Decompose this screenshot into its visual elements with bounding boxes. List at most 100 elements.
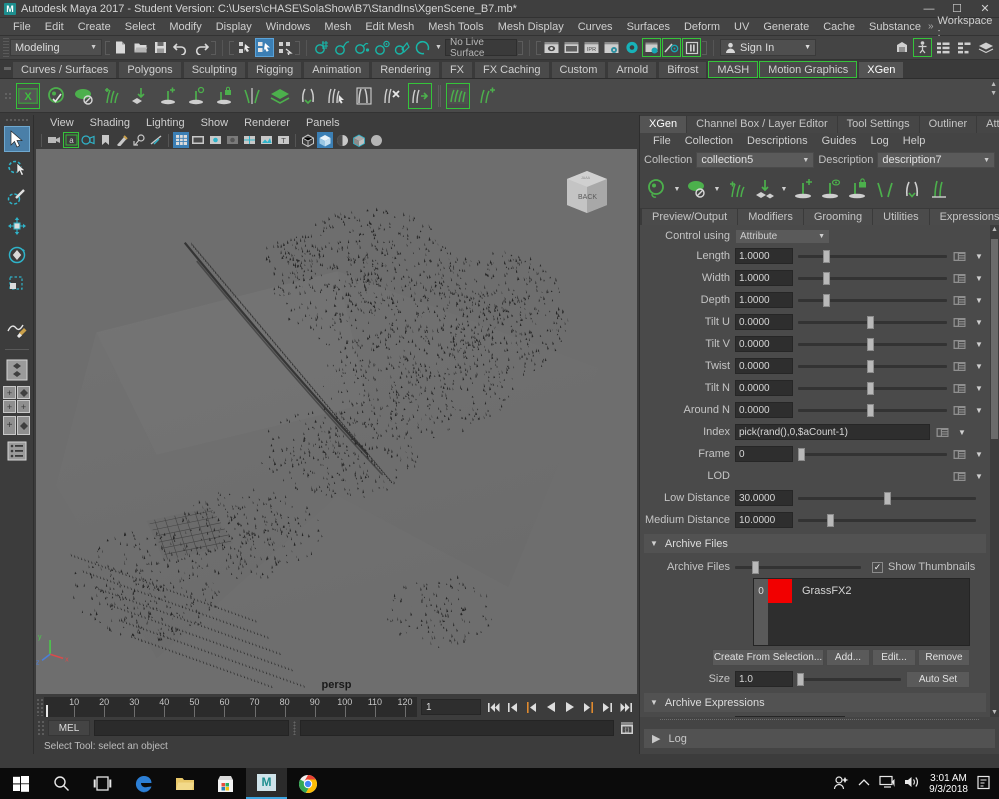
toolbox-grip[interactable] [4, 118, 29, 123]
open-scene-icon[interactable] [131, 38, 150, 57]
xgen-menu-guides[interactable]: Guides [815, 133, 864, 150]
xgen-subtab-grooming[interactable]: Grooming [803, 209, 874, 225]
panel-tab-tool-settings[interactable]: Tool Settings [837, 116, 920, 133]
xgen-interactive-groom-icon[interactable] [445, 82, 471, 110]
archive-add--button[interactable]: Add... [826, 649, 870, 666]
make-live-dropdown-icon[interactable]: ▼ [433, 38, 444, 57]
medium-distance-field[interactable]: 10.0000 [735, 512, 793, 528]
frame-menu-icon[interactable]: ▼ [972, 450, 986, 459]
width-slider[interactable] [798, 270, 947, 286]
shelf-tab-curves-surfaces[interactable]: Curves / Surfaces [12, 61, 118, 78]
maya-icon[interactable]: M [246, 768, 287, 799]
menu-item-substance[interactable]: Substance [862, 18, 928, 36]
tilt-u-slider[interactable] [798, 314, 947, 330]
frame-expression-icon[interactable] [952, 447, 967, 461]
show-hide-editor-icon[interactable] [542, 38, 561, 57]
index-menu-icon[interactable]: ▼ [955, 428, 969, 437]
panel-tab-xgen[interactable]: XGen [640, 116, 688, 133]
render-sequence-icon[interactable] [642, 38, 661, 57]
length-menu-icon[interactable]: ▼ [972, 252, 986, 261]
sign-in-button[interactable]: Sign In ▼ [720, 39, 816, 56]
control-using-select[interactable]: Attribute ▼ [735, 228, 830, 244]
width-field[interactable]: 1.0000 [735, 270, 793, 286]
xgen-subtab-expressions[interactable]: Expressions [929, 209, 999, 225]
sidebar-layers-icon[interactable] [976, 38, 995, 57]
render-settings-icon[interactable] [602, 38, 621, 57]
viewport-menu-shading[interactable]: Shading [82, 115, 138, 131]
network-icon[interactable] [879, 775, 895, 792]
make-live-icon[interactable] [413, 38, 432, 57]
snap-to-point-icon[interactable] [353, 38, 372, 57]
shelf-tab-animation[interactable]: Animation [303, 61, 371, 78]
archive-create-from-selection--button[interactable]: Create From Selection... [712, 649, 824, 666]
bookmark-icon[interactable] [97, 132, 113, 148]
shelf-grip[interactable] [3, 59, 12, 78]
xgen-menu-file[interactable]: File [646, 133, 678, 150]
archive-files-slider[interactable] [735, 559, 861, 575]
command-input[interactable] [94, 720, 289, 736]
four-pane-layout-button[interactable]: + [3, 386, 16, 399]
menu-item-file[interactable]: File [6, 18, 38, 36]
xgen-add-groom-icon[interactable] [473, 82, 499, 110]
menu-item-modify[interactable]: Modify [162, 18, 208, 36]
show-thumbnails-checkbox[interactable]: ✓ [872, 561, 883, 573]
volume-icon[interactable] [904, 775, 920, 792]
mel-language-button[interactable]: MEL [48, 720, 90, 736]
shelf-scroll-arrows[interactable]: ▲ ▼ [990, 81, 997, 97]
length-slider[interactable] [798, 248, 947, 264]
viewport-menu-panels[interactable]: Panels [298, 115, 348, 131]
tilt-u-field[interactable]: 0.0000 [735, 314, 793, 330]
twist-expression-icon[interactable] [952, 359, 967, 373]
shelf-tab-rendering[interactable]: Rendering [371, 61, 440, 78]
xgen-show-guide-icon[interactable] [183, 82, 209, 110]
collection-select[interactable]: collection5 ▼ [696, 152, 815, 168]
menu-item-windows[interactable]: Windows [259, 18, 318, 36]
select-by-object-type-icon[interactable] [255, 38, 274, 57]
width-expression-icon[interactable] [952, 271, 967, 285]
lock-camera-icon[interactable] [80, 132, 96, 148]
xgen-import-archive-icon[interactable] [751, 174, 777, 204]
windows-start-icon[interactable] [0, 768, 41, 799]
section-log[interactable]: ▶ Log [644, 729, 995, 748]
scrollbar-thumb[interactable] [991, 239, 998, 439]
lod-expression-icon[interactable] [952, 469, 967, 483]
sidebar-attribute-editor-icon[interactable] [892, 38, 911, 57]
twist-slider[interactable] [798, 358, 947, 374]
go-to-start-button[interactable] [485, 699, 502, 715]
xgen-add-guide-icon[interactable] [155, 82, 181, 110]
toolbar-grip[interactable] [3, 37, 9, 58]
texture-toggle-icon[interactable] [368, 132, 384, 148]
camera-attributes-icon[interactable]: a [63, 132, 79, 148]
xgen-lock-guides-icon[interactable] [845, 174, 871, 204]
single-pane-layout-button[interactable] [4, 357, 30, 383]
xgen-convert-to-polygons-icon[interactable] [407, 82, 433, 110]
render-flags-icon[interactable] [682, 38, 701, 57]
xgen-subtab-utilities[interactable]: Utilities [873, 209, 930, 225]
play-forwards-button[interactable] [561, 699, 578, 715]
xgen-menu-descriptions[interactable]: Descriptions [740, 133, 815, 150]
xgen-import-dropdown-icon[interactable]: ▼ [778, 174, 790, 204]
viewport-menu-view[interactable]: View [42, 115, 82, 131]
select-tool-button[interactable] [3, 126, 30, 152]
tilt-v-menu-icon[interactable]: ▼ [972, 340, 986, 349]
edge-browser-icon[interactable] [123, 768, 164, 799]
command-line-grip[interactable] [37, 720, 44, 736]
index-field[interactable]: pick(rand(),0,$aCount-1) [735, 424, 930, 440]
xgen-clump-icon[interactable] [899, 174, 925, 204]
lasso-tool-button[interactable] [4, 155, 30, 181]
shelf-tab-mash[interactable]: MASH [708, 61, 759, 78]
go-to-end-button[interactable] [618, 699, 635, 715]
step-forward-frame-button[interactable] [580, 699, 597, 715]
tilt-n-slider[interactable] [798, 380, 947, 396]
command-splitter[interactable] [293, 721, 296, 735]
xgen-scrollbar[interactable]: ▲ ▼ [990, 225, 999, 717]
shelf-tab-motion-graphics[interactable]: Motion Graphics [759, 61, 858, 78]
around-n-field[interactable]: 0.0000 [735, 402, 793, 418]
two-d-pan-zoom-icon[interactable] [241, 132, 257, 148]
size-field[interactable]: 1.0 [735, 671, 793, 687]
shelf-tab-arnold[interactable]: Arnold [607, 61, 658, 78]
workspace-chevron-icon[interactable]: » [928, 21, 934, 32]
twist-menu-icon[interactable]: ▼ [972, 362, 986, 371]
around-n-slider[interactable] [798, 402, 947, 418]
depth-slider[interactable] [798, 292, 947, 308]
